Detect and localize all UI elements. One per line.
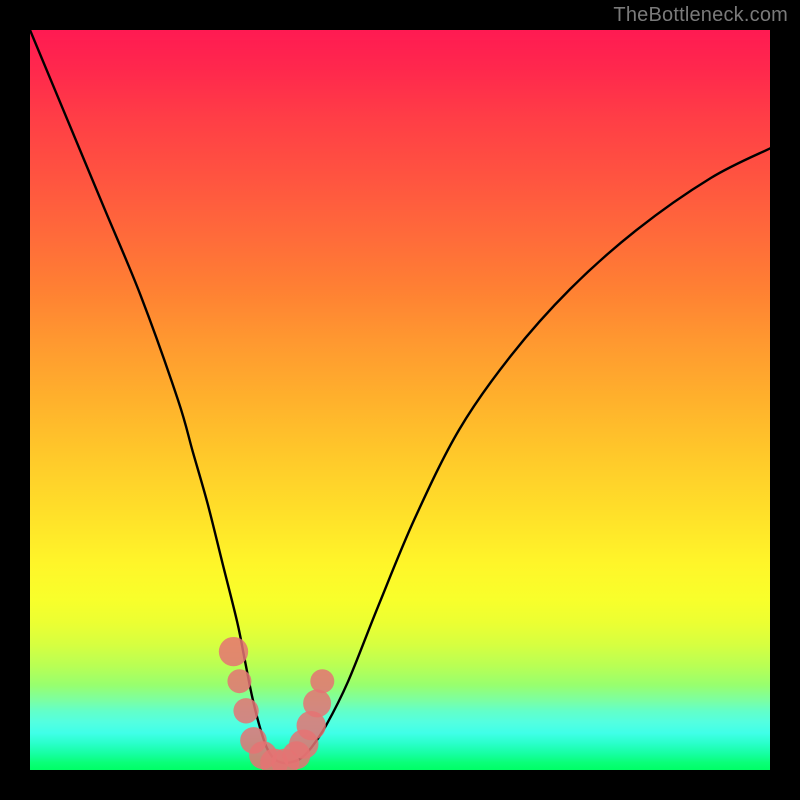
data-marker [310,669,334,693]
watermark-text: TheBottleneck.com [613,4,788,27]
data-marker [219,637,248,666]
plot-area [30,30,770,770]
bottleneck-curve [30,30,770,763]
chart-frame: TheBottleneck.com [0,0,800,800]
data-marker [303,689,331,717]
data-marker [227,669,251,693]
data-markers [219,637,334,770]
curve-layer [30,30,770,770]
data-marker [233,698,258,723]
